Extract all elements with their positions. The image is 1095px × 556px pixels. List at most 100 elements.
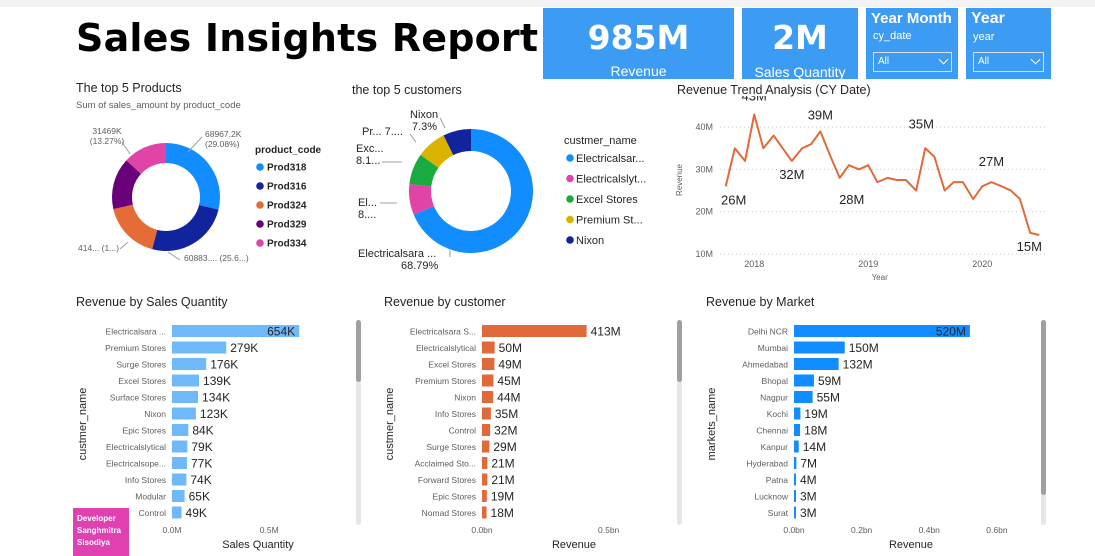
scrollbar-market[interactable] xyxy=(1041,320,1046,525)
developer-line-1: Developer xyxy=(77,514,116,523)
scrollbar-thumb[interactable] xyxy=(677,320,682,382)
scrollbar-thumb[interactable] xyxy=(1041,320,1046,495)
x-tick-label: 0.5bn xyxy=(598,525,620,535)
revenue-trend-line xyxy=(724,113,1040,236)
bar-category-label: Delhi NCR xyxy=(748,327,788,337)
sales-quantity-card[interactable]: 2M Sales Quantity xyxy=(742,8,858,80)
top-customers-donut-chart[interactable]: Electricalsara ... 68.79% El... 8.... Exc...… xyxy=(350,100,660,280)
bar-category-label: Epic Stores xyxy=(123,426,166,436)
legend-title: custmer_name xyxy=(564,135,637,147)
donut-data-label: Exc... 8.1... xyxy=(356,143,384,167)
x-axis-label: Revenue xyxy=(889,539,933,551)
bar-value-label: 14M xyxy=(803,440,826,454)
developer-badge: Developer Sanghmitra Sisodiya xyxy=(73,508,129,556)
bar-category-label: Electricalslytical xyxy=(416,343,476,353)
year-dropdown[interactable]: All xyxy=(973,52,1044,72)
bar-7 xyxy=(794,440,799,453)
bar-category-label: Surge Stores xyxy=(426,442,476,452)
bar-category-label: Ahmedabad xyxy=(742,360,788,370)
bar-value-label: 413M xyxy=(591,325,621,339)
bar-5 xyxy=(172,407,196,420)
bar-3 xyxy=(172,374,200,387)
bar-value-label: 654K xyxy=(267,325,295,339)
donut-data-label: Nixon 7.3% xyxy=(410,109,438,133)
bar-4 xyxy=(172,391,199,403)
point-data-label: 28M xyxy=(839,192,864,207)
revenue-by-market-bar-chart[interactable]: Delhi NCR 520M Mumbai 150M Ahmedabad 132M Bhop… xyxy=(700,312,1045,556)
bar-value-label: 59M xyxy=(818,374,841,388)
bar-value-label: 132M xyxy=(843,358,873,372)
revenue-kpi-label: Revenue xyxy=(610,63,667,79)
legend-title: product_code xyxy=(255,145,322,156)
leader-line xyxy=(167,251,181,261)
bar-value-label: 74K xyxy=(190,473,211,487)
revenue-card[interactable]: 985M Revenue xyxy=(543,8,734,79)
bar-value-label: 35M xyxy=(495,407,518,421)
scrollbar-qty[interactable] xyxy=(356,320,361,525)
bar-category-label: Nagpur xyxy=(760,393,788,403)
y-tick-label: 20M xyxy=(695,207,713,217)
bar-category-label: Chennai xyxy=(756,426,788,436)
revenue-trend-line-chart[interactable]: 10M 20M 30M 40M 2018 2019 2020 Year Revenue 26M 43… xyxy=(670,96,1065,286)
top-customers-title: the top 5 customers xyxy=(352,83,462,97)
bar-value-label: 279K xyxy=(230,341,258,355)
bar-category-label: Info Stores xyxy=(435,409,476,419)
bar-11 xyxy=(482,506,487,519)
bar-8 xyxy=(482,457,488,469)
bar-value-label: 19M xyxy=(804,407,827,421)
legend-label: Premium St... xyxy=(576,215,643,227)
sales-quantity-kpi-label: Sales Quantity xyxy=(754,64,846,80)
bar-category-label: Electricalslytical xyxy=(106,442,166,452)
year-selected: All xyxy=(978,56,990,67)
bar-category-label: Hyderabad xyxy=(746,459,788,469)
bar-value-label: 18M xyxy=(491,506,514,520)
leader-line xyxy=(409,133,417,143)
x-axis-label: Sales Quantity xyxy=(222,539,294,551)
donut-data-label: El... 8.... xyxy=(358,197,377,221)
bar-category-label: Premium Stores xyxy=(415,376,476,386)
donut-data-label: 31469K (13.27%) xyxy=(90,126,125,146)
bar-category-label: Control xyxy=(139,508,167,518)
x-tick-label: 0.0M xyxy=(163,525,182,535)
bar-value-label: 32M xyxy=(494,424,517,438)
bar-category-label: Electricalsara ... xyxy=(106,327,166,337)
bar-4 xyxy=(482,391,494,403)
revenue-by-customer-title: Revenue by customer xyxy=(384,295,506,309)
y-axis-label: custmer_name xyxy=(384,388,396,461)
donut-slice-prod318 xyxy=(166,143,220,210)
legend-label: Electricalslyt... xyxy=(576,174,646,186)
scrollbar-customer[interactable] xyxy=(677,320,682,525)
bar-value-label: 123K xyxy=(200,407,228,421)
bar-value-label: 19M xyxy=(491,490,514,504)
year-month-dropdown[interactable]: All xyxy=(873,52,952,72)
bar-value-label: 84K xyxy=(192,424,213,438)
bar-2 xyxy=(482,358,495,370)
bar-value-label: 3M xyxy=(800,490,817,504)
bar-category-label: Mumbai xyxy=(758,343,788,353)
y-axis-label: markets_name xyxy=(706,388,718,461)
year-month-slicer-field: cy_date xyxy=(873,30,912,42)
bar-category-label: Lucknow xyxy=(754,492,788,502)
revenue-by-customer-bar-chart[interactable]: Electricalsara S... 413M Electricalslytica… xyxy=(380,312,675,556)
donut-data-label: 414... (1...) xyxy=(78,243,119,253)
bar-category-label: Kochi xyxy=(767,409,788,419)
bar-value-label: 77K xyxy=(191,457,212,471)
legend-label: Nixon xyxy=(576,235,604,247)
x-tick-label: 2019 xyxy=(858,259,878,269)
x-tick-label: 0.0bn xyxy=(471,525,493,535)
developer-line-2: Sanghmitra xyxy=(77,526,122,535)
top-products-donut-chart[interactable]: 68967.2K (29.08%) 60883.... (25.6...) 414..… xyxy=(70,112,340,272)
legend-marker xyxy=(566,154,574,162)
bar-value-label: 29M xyxy=(493,440,516,454)
bar-value-label: 49M xyxy=(498,358,521,372)
bar-value-label: 520M xyxy=(936,325,966,339)
revenue-trend-title: Revenue Trend Analysis (CY Date) xyxy=(677,83,871,97)
year-month-selected: All xyxy=(878,56,890,67)
leader-line xyxy=(119,241,129,250)
bar-7 xyxy=(482,440,490,453)
bar-category-label: Excel Stores xyxy=(118,376,166,386)
legend-marker xyxy=(566,215,574,224)
scrollbar-thumb[interactable] xyxy=(356,320,361,382)
bar-value-label: 45M xyxy=(497,374,520,388)
bar-value-label: 50M xyxy=(499,341,522,355)
